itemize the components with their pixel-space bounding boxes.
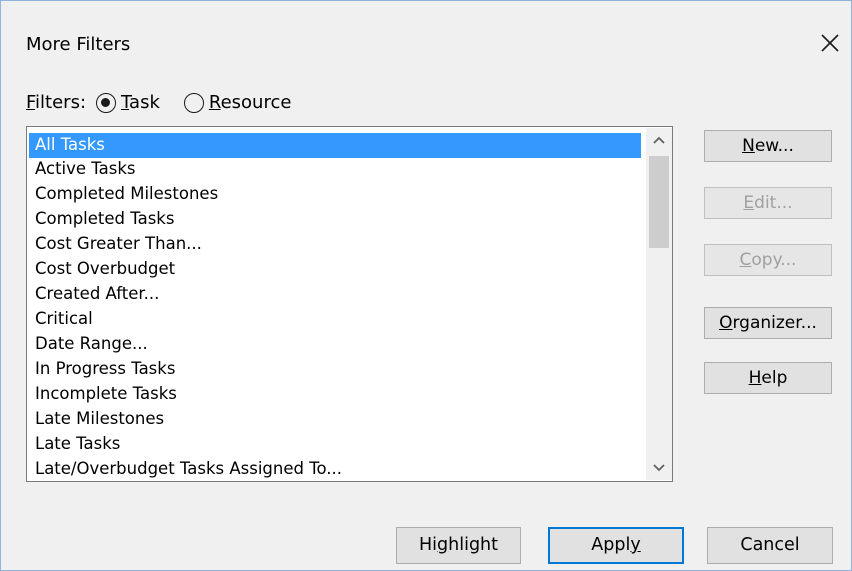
chevron-down-icon (653, 464, 665, 472)
chevron-up-icon (653, 136, 665, 144)
list-item-incomplete-tasks[interactable]: Incomplete Tasks (29, 382, 641, 407)
filters-row: Filters: Task Resource (26, 90, 291, 116)
close-button[interactable] (816, 29, 844, 57)
list-item-in-progress-tasks[interactable]: In Progress Tasks (29, 357, 641, 382)
resource-radio-label: Resource (208, 92, 292, 113)
scroll-thumb[interactable] (649, 156, 669, 248)
list-item-date-range[interactable]: Date Range... (29, 332, 641, 357)
scroll-down-button[interactable] (646, 456, 672, 480)
list-item-active-tasks[interactable]: Active Tasks (29, 157, 641, 182)
highlight-button[interactable]: Highlight (396, 527, 521, 564)
task-radio-button[interactable] (96, 93, 117, 113)
dialog-title: More Filters (26, 34, 131, 55)
organizer-button[interactable]: Organizer... (704, 307, 832, 339)
close-icon (821, 34, 839, 52)
filters-label: Filters: (26, 92, 87, 113)
more-filters-dialog: More Filters Filters: Task Resource All … (0, 0, 852, 571)
list-scrollbar[interactable] (646, 128, 672, 480)
list-item-cost-greater-than[interactable]: Cost Greater Than... (29, 232, 641, 257)
list-item-late-overbudget-tasks[interactable]: Late/Overbudget Tasks Assigned To... (29, 457, 641, 481)
list-item-completed-milestones[interactable]: Completed Milestones (29, 182, 641, 207)
list-item-cost-overbudget[interactable]: Cost Overbudget (29, 257, 641, 282)
list-item-all-tasks[interactable]: All Tasks (29, 133, 641, 158)
list-item-critical[interactable]: Critical (29, 307, 641, 332)
filter-listbox[interactable]: All Tasks Active Tasks Completed Milesto… (26, 126, 673, 482)
copy-button[interactable]: Copy... (704, 244, 832, 276)
task-radio-label: Task (121, 92, 160, 113)
help-button[interactable]: Help (704, 362, 832, 394)
resource-radio-button[interactable] (183, 93, 204, 113)
list-item-created-after[interactable]: Created After... (29, 282, 641, 307)
edit-button[interactable]: Edit... (704, 187, 832, 219)
new-button[interactable]: New... (704, 130, 832, 162)
apply-button[interactable]: Apply (548, 527, 684, 564)
list-item-late-tasks[interactable]: Late Tasks (29, 432, 641, 457)
resource-radio-option[interactable]: Resource (183, 90, 292, 116)
list-item-late-milestones[interactable]: Late Milestones (29, 407, 641, 432)
cancel-button[interactable]: Cancel (707, 527, 833, 564)
task-radio-option[interactable]: Task (96, 90, 160, 116)
list-item-completed-tasks[interactable]: Completed Tasks (29, 207, 641, 232)
scroll-up-button[interactable] (646, 128, 672, 152)
